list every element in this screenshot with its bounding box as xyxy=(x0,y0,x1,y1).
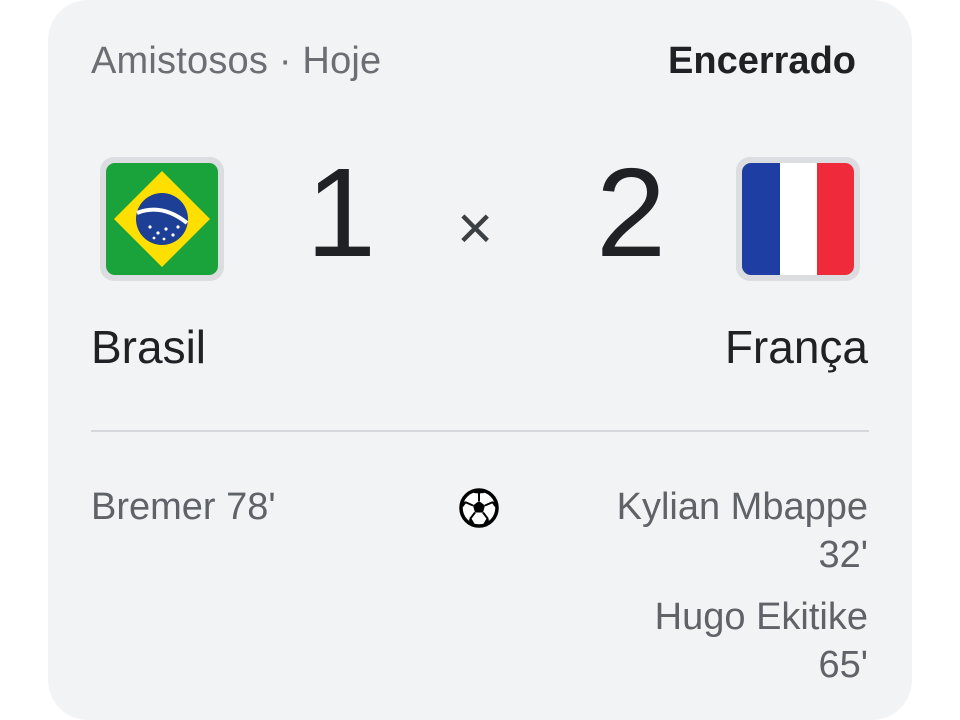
competition-label: Amistosos · Hoje xyxy=(91,40,382,82)
score-separator: × xyxy=(457,194,494,263)
away-team-name[interactable]: França xyxy=(725,320,868,374)
soccer-ball-icon xyxy=(458,487,500,529)
scorer-item: Bremer 78' xyxy=(91,486,276,528)
brazil-flag-icon xyxy=(100,157,224,281)
france-flag-icon xyxy=(736,157,860,281)
away-score: 2 xyxy=(596,142,667,283)
away-scorers-list: Kylian Mbappe 32' Hugo Ekitike 65' xyxy=(608,483,868,703)
divider xyxy=(91,430,869,432)
home-scorers-list: Bremer 78' xyxy=(91,483,276,531)
match-status: Encerrado xyxy=(668,40,856,82)
scorer-item: Hugo Ekitike 65' xyxy=(654,596,868,686)
home-team-name[interactable]: Brasil xyxy=(91,320,206,374)
scorer-item: Kylian Mbappe 32' xyxy=(616,486,868,576)
home-score: 1 xyxy=(306,142,377,283)
match-card[interactable]: Amistosos · Hoje Encerrado 1 × 2 Brasil … xyxy=(48,0,912,720)
